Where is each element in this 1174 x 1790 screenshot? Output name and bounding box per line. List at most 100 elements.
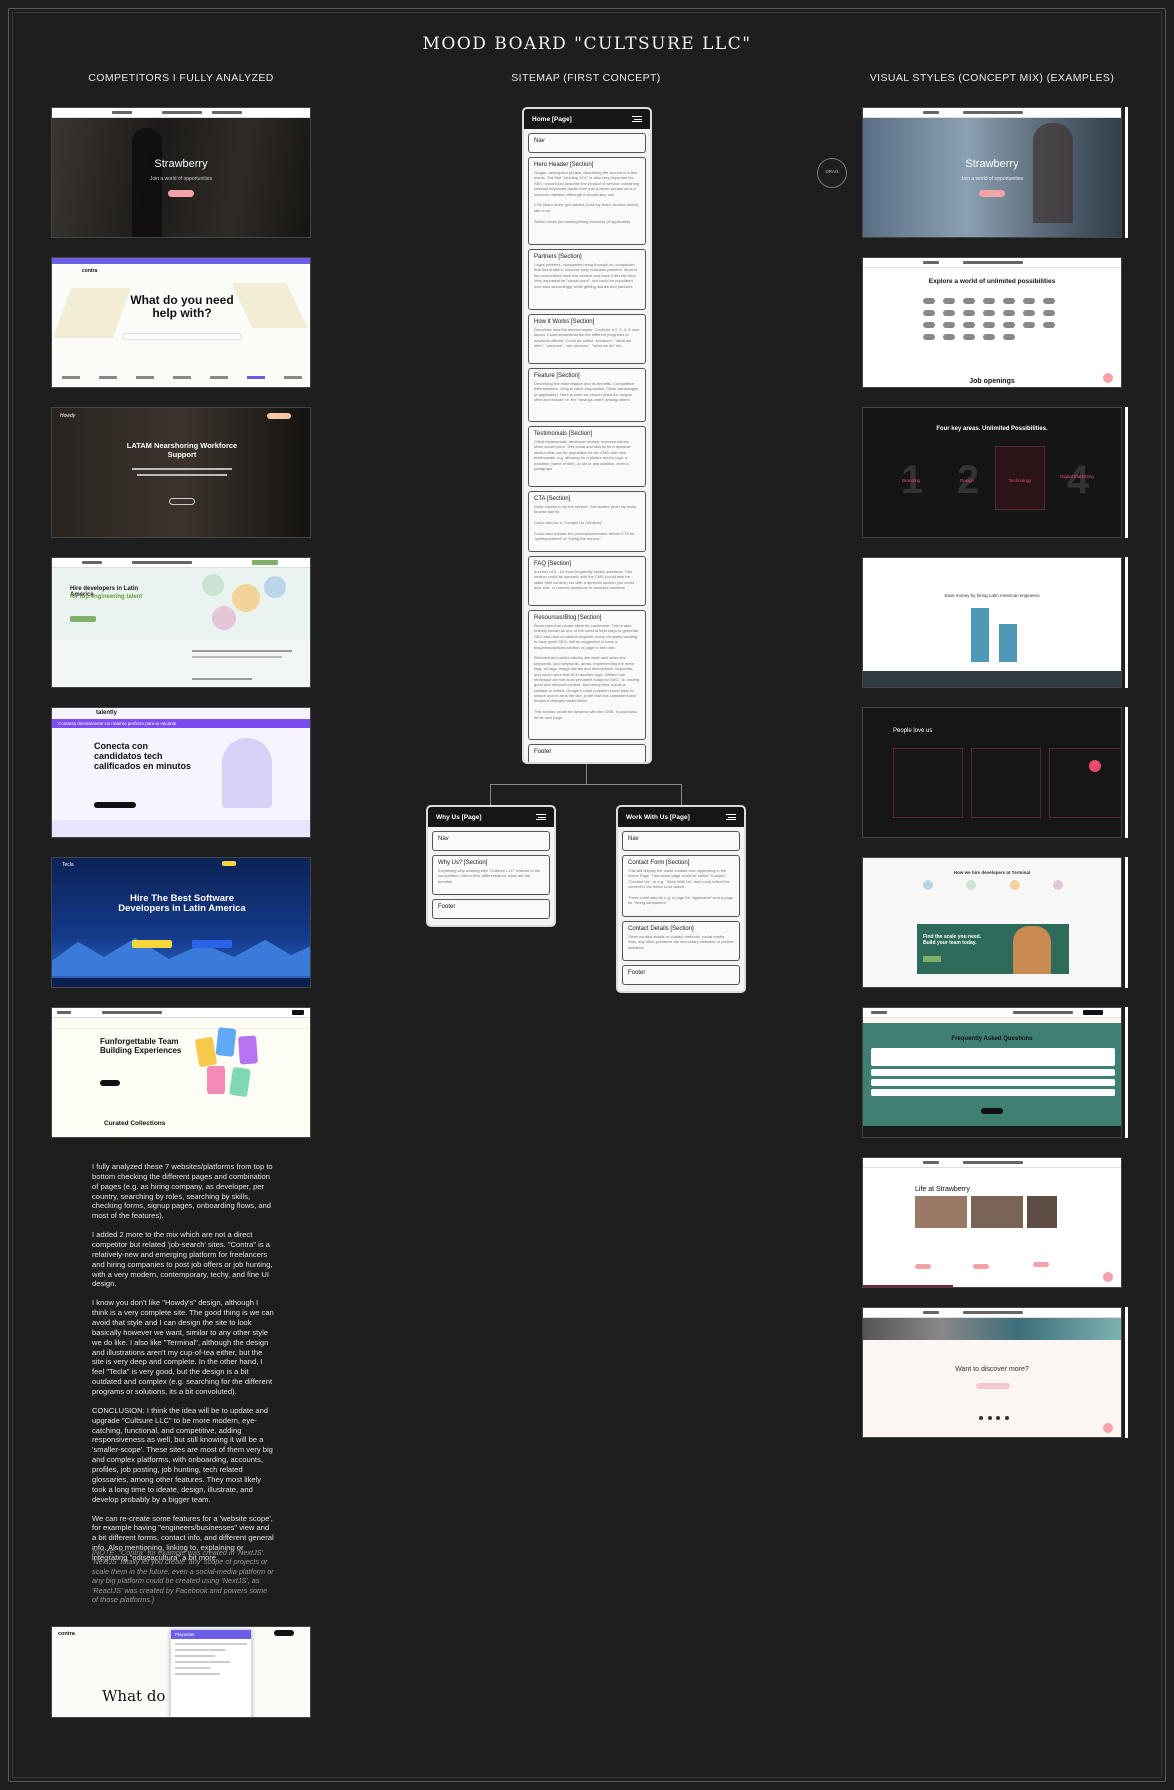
competitor-screenshot-tecla[interactable]: Tecla Hire The Best Software Developers …: [51, 857, 311, 988]
nav-cta-button[interactable]: [267, 413, 291, 419]
announcement-banner: Contacta directamente con talento perfec…: [52, 719, 310, 728]
text-line: [192, 650, 292, 652]
sitemap-section: Footer: [622, 965, 740, 985]
section-title: FAQ [Section]: [534, 561, 572, 567]
panel-title: Playwriter: [171, 1630, 251, 1639]
visual-example-life-at[interactable]: Life at Strawberry: [862, 1157, 1122, 1288]
sitemap-card-header: Home [Page]: [524, 109, 650, 129]
hero-cta-button[interactable]: [169, 498, 195, 505]
area-label: Digital Marketing: [1060, 474, 1094, 479]
dropdown-panel[interactable]: Playwriter: [170, 1629, 252, 1717]
chat-bubble-icon[interactable]: [1103, 1272, 1113, 1282]
competitor-screenshot-contra-detail[interactable]: contra What do you Playwriter: [51, 1626, 311, 1718]
hero-cta-button[interactable]: [979, 190, 1005, 197]
hero-cta-button[interactable]: [70, 616, 96, 622]
site-nav: [863, 1308, 1121, 1318]
cta-button[interactable]: [976, 1383, 1010, 1389]
edge-bar: [1125, 1007, 1128, 1138]
sitemap-work-with-us-page: Work With Us [Page] Nav Contact Form [Se…: [616, 805, 746, 993]
photo-card: [971, 1196, 1023, 1228]
sitemap-card-header: Why Us [Page]: [428, 807, 554, 827]
brand-logo: contra: [82, 268, 98, 274]
competitor-screenshot-team-building[interactable]: Funforgettable Team Building Experiences…: [51, 1007, 311, 1138]
section-title: Footer: [628, 970, 646, 976]
illustration-circle: [212, 606, 236, 630]
visual-example-key-areas[interactable]: Four key areas. Unlimited Possibilities.…: [862, 407, 1122, 538]
sitemap-section: Nav: [528, 133, 646, 153]
testimonial-card: [1049, 748, 1121, 818]
section-title: CTA [Section]: [534, 496, 571, 502]
illustration-circle: [232, 584, 260, 612]
visual-example-strawberry-hero[interactable]: Strawberry Join a world of opportunities: [862, 107, 1122, 238]
section-title: How it Works [Section]: [534, 319, 595, 325]
visual-example-savings-chart[interactable]: Save money by hiring Latin American engi…: [862, 557, 1122, 688]
sitemap-section: Contact Form [Section] This will display …: [622, 855, 740, 917]
sitemap-section: CTA [Section] Invite visitors to try the …: [528, 491, 646, 552]
page-title: Why Us [Page]: [436, 814, 482, 821]
person-silhouette: [132, 128, 162, 237]
search-input[interactable]: [122, 333, 242, 340]
filter-bar: [52, 1019, 310, 1029]
hero-headline: Conecta con candidatos tech calificados …: [94, 741, 192, 771]
section-description: Invite visitors to try the service. Get …: [534, 504, 638, 542]
hero-subtitle: Join a world of opportunities: [149, 176, 213, 182]
hero-headline: What do you need help with?: [130, 293, 234, 320]
chat-bubble-icon[interactable]: [1103, 373, 1113, 383]
section-description: Explaining why working with "Cultsure LL…: [438, 868, 541, 884]
section-title: Footer: [438, 904, 456, 910]
section-description: Describes how the service works. Could b…: [534, 327, 640, 349]
chat-bubble-icon[interactable]: [1103, 1423, 1113, 1433]
sitemap-section: Hero Header [Section] Slogan, descriptive…: [528, 157, 646, 245]
competitor-screenshot-strawberry[interactable]: Strawberry Join a world of opportunities: [51, 107, 311, 238]
competitor-screenshot-terminal[interactable]: Hire developers in Latin America for top…: [51, 557, 311, 688]
competitor-screenshot-howdy[interactable]: Howdy LATAM Nearshoring Workforce Suppor…: [51, 407, 311, 538]
visual-example-testimonials[interactable]: People love us: [862, 707, 1122, 838]
section-title: Contact Details [Section]: [628, 926, 694, 932]
hero-cta-button-primary[interactable]: [132, 940, 172, 948]
sitemap-card-header: Work With Us [Page]: [618, 807, 744, 827]
drag-handle[interactable]: DRAG: [817, 158, 847, 188]
sitemap-section: Footer: [528, 744, 646, 762]
feature-icons: [923, 880, 1063, 890]
visual-example-discover-more[interactable]: Want to discover more?: [862, 1307, 1122, 1438]
footer: [863, 1126, 1121, 1137]
faq-item[interactable]: [871, 1089, 1115, 1096]
read-more-button[interactable]: [1033, 1262, 1049, 1267]
brand-logo: Howdy: [60, 413, 76, 419]
note-paragraph: I fully analyzed these 7 websites/platfo…: [92, 1162, 273, 1221]
section-title: Why Us? [Section]: [438, 860, 488, 866]
visual-example-terminal-hire[interactable]: How we hire developers at Terminal Find …: [862, 857, 1122, 988]
faq-item[interactable]: [871, 1069, 1115, 1076]
hero-cta-button[interactable]: [168, 190, 194, 197]
illustration-circle: [202, 574, 224, 596]
competitor-screenshot-contra[interactable]: contra What do you need help with?: [51, 257, 311, 388]
competitor-screenshot-talently[interactable]: talently Contacta directamente con talen…: [51, 707, 311, 838]
section-heading: Save money by hiring Latin American engi…: [944, 593, 1040, 598]
read-more-button[interactable]: [973, 1264, 989, 1269]
area-number: 4: [1066, 458, 1090, 502]
faq-item[interactable]: [871, 1048, 1115, 1066]
cta-button[interactable]: [923, 956, 941, 962]
hero-cta-button[interactable]: [100, 1080, 120, 1086]
hero-cta-button[interactable]: [94, 802, 136, 808]
read-more-button[interactable]: [915, 1264, 931, 1269]
faq-cta-button[interactable]: [981, 1108, 1003, 1114]
slider-next-button[interactable]: [1089, 760, 1101, 772]
nav-cta-button[interactable]: [222, 861, 236, 866]
faq-item[interactable]: [871, 1079, 1115, 1086]
cta-headline: Find the scale you need. Build your team…: [923, 934, 982, 946]
section-title: Nav: [534, 138, 545, 144]
section-title: Resources/Blog [Section]: [534, 615, 602, 621]
testimonial-card: [893, 748, 963, 818]
hero-subtitle: Join a world of opportunities: [960, 176, 1024, 182]
top-banner: [52, 258, 310, 264]
chart-bar: [999, 624, 1017, 662]
hero-cta-button-secondary[interactable]: [192, 940, 232, 948]
section-title: Nav: [438, 836, 449, 842]
nav-cta-button[interactable]: [274, 1630, 294, 1636]
edge-bar: [1125, 407, 1128, 538]
sitemap-section: Why Us? [Section] Explaining why working …: [432, 855, 550, 895]
visual-example-faq[interactable]: Frequently Asked Questions: [862, 1007, 1122, 1138]
visual-example-brands-grid[interactable]: Explore a world of unlimited possibiliti…: [862, 257, 1122, 388]
site-nav: [52, 1008, 310, 1018]
